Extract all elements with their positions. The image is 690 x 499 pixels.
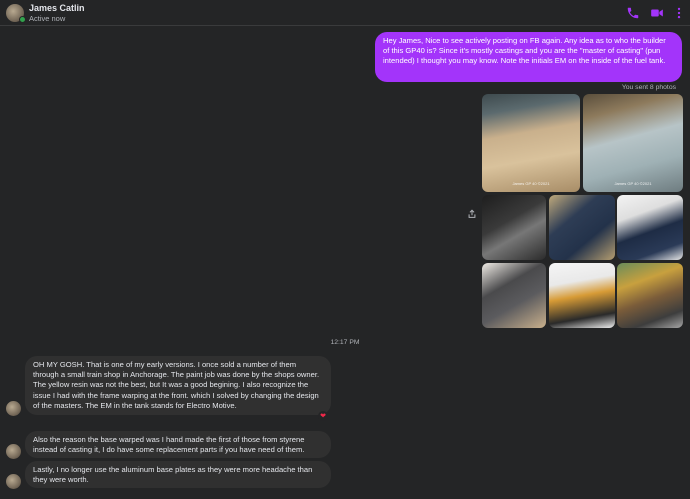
more-icon[interactable] — [672, 6, 686, 20]
photo-thumbnail[interactable] — [549, 263, 615, 328]
heart-reaction-icon[interactable]: ❤ — [318, 411, 328, 421]
phone-icon[interactable] — [626, 6, 640, 20]
contact-name[interactable]: James Catlin — [29, 3, 85, 13]
photo-thumbnail[interactable] — [617, 263, 683, 328]
incoming-message[interactable]: Lastly, I no longer use the aluminum bas… — [25, 461, 331, 488]
contact-avatar-small — [6, 444, 21, 459]
outgoing-message[interactable]: Hey James, Nice to see actively posting … — [375, 32, 682, 82]
message-timestamp: 12:17 PM — [330, 339, 360, 346]
share-icon[interactable] — [467, 206, 477, 218]
chat-header: James Catlin Active now — [0, 0, 690, 26]
contact-avatar-small — [6, 474, 21, 489]
photo-thumbnail[interactable]: James GP 40 ©2021 — [482, 94, 580, 192]
video-icon[interactable] — [650, 6, 664, 20]
contact-avatar-small — [6, 401, 21, 416]
photo-thumbnail[interactable] — [482, 263, 546, 328]
incoming-message[interactable]: Also the reason the base warped was I ha… — [25, 431, 331, 458]
online-status-dot — [19, 16, 26, 23]
photo-thumbnail[interactable] — [549, 195, 615, 260]
sent-photos-note: You sent 8 photos — [621, 84, 676, 91]
photo-thumbnail[interactable] — [482, 195, 546, 260]
photo-thumbnail[interactable] — [617, 195, 683, 260]
incoming-message[interactable]: OH MY GOSH. That is one of my early vers… — [25, 356, 331, 415]
active-status: Active now — [29, 14, 66, 23]
photo-thumbnail[interactable]: James GP 40 ©2021 — [583, 94, 683, 192]
photo-caption: James GP 40 ©2021 — [614, 181, 652, 186]
photo-caption: James GP 40 ©2021 — [512, 181, 550, 186]
